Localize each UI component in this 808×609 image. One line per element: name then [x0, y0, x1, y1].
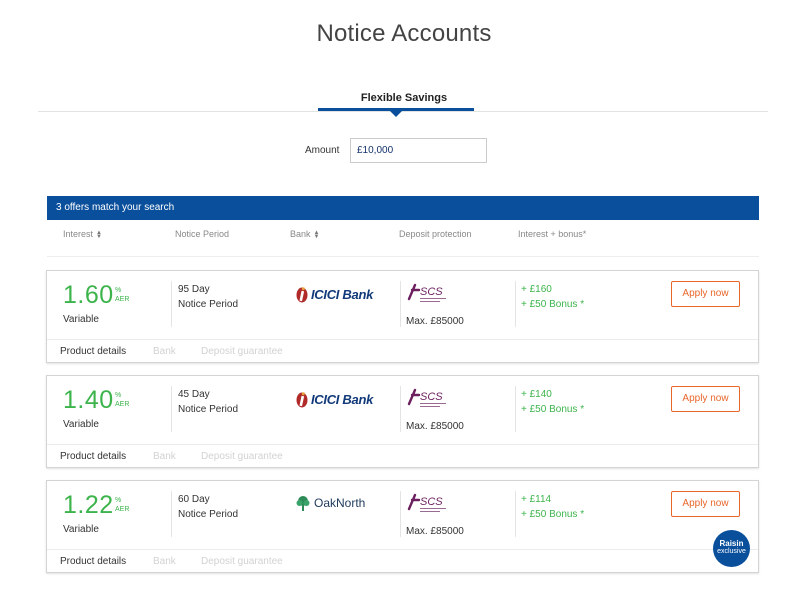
apply-now-button[interactable]: Apply now	[671, 386, 740, 412]
bank-link[interactable]: Bank	[153, 451, 176, 462]
bonus-amount: + £50 Bonus *	[521, 404, 585, 415]
deposit-protection-max: Max. £85000	[406, 421, 464, 432]
results-summary-bar: 3 offers match your search	[47, 196, 759, 220]
raisin-exclusive-badge: Raisin exclusive	[713, 530, 750, 567]
sort-icon: ▲ ▼	[313, 229, 320, 240]
offer-card: 1.60 % AER Variable 95 Day Notice Period …	[46, 270, 759, 363]
page-title: Notice Accounts	[316, 20, 492, 47]
notice-period: 45 Day Notice Period	[178, 389, 239, 415]
column-header-interest[interactable]: Interest ▲ ▼	[63, 229, 102, 240]
interest-bonus: + £114 + £50 Bonus *	[521, 492, 584, 522]
svg-text:SCS: SCS	[420, 496, 443, 508]
interest-bonus: + £160 + £50 Bonus *	[521, 282, 584, 312]
product-details-link[interactable]: Product details	[60, 556, 126, 567]
active-tab-caret-icon	[390, 111, 402, 117]
icici-logo: ICICI Bank	[295, 285, 373, 303]
amount-label: Amount	[305, 145, 340, 156]
fscs-logo: SCS	[407, 493, 446, 512]
rate-type: Variable	[63, 419, 99, 430]
product-details-link[interactable]: Product details	[60, 346, 126, 357]
svg-text:SCS: SCS	[420, 391, 443, 403]
column-header-interest-bonus: Interest + bonus*	[518, 229, 587, 239]
tab-flexible-savings[interactable]: Flexible Savings	[323, 92, 485, 116]
notice-period: 60 Day Notice Period	[178, 494, 239, 520]
deposit-guarantee-link[interactable]: Deposit guarantee	[201, 346, 283, 357]
rate-aer: AER	[115, 401, 130, 408]
apply-now-button[interactable]: Apply now	[671, 491, 740, 517]
fscs-logo: SCS	[407, 283, 446, 302]
amount-input[interactable]	[350, 138, 487, 163]
bonus-amount: + £50 Bonus *	[521, 299, 585, 310]
bank-name: ICICI Bank	[311, 286, 374, 302]
interest-amount: + £160	[521, 284, 552, 295]
column-header-bank[interactable]: Bank ▲ ▼	[290, 229, 320, 240]
oak-tree-icon	[296, 496, 310, 511]
deposit-protection-max: Max. £85000	[406, 316, 464, 327]
bonus-amount: + £50 Bonus *	[521, 509, 585, 520]
deposit-guarantee-link[interactable]: Deposit guarantee	[201, 451, 283, 462]
column-divider	[515, 386, 516, 432]
tab-divider	[38, 111, 768, 112]
rate-aer: AER	[115, 296, 130, 303]
icici-logo: ICICI Bank	[295, 390, 373, 408]
offer-card: 1.40 % AER Variable 45 Day Notice Period …	[46, 375, 759, 468]
rate-unit: %	[115, 497, 122, 504]
bank-name: ICICI Bank	[311, 391, 374, 407]
rate-unit: %	[115, 392, 122, 399]
column-divider	[400, 386, 401, 432]
interest-bonus: + £140 + £50 Bonus *	[521, 387, 584, 417]
column-divider	[171, 281, 172, 327]
sort-icon: ▲ ▼	[96, 229, 102, 240]
bank-name: OakNorth	[314, 496, 366, 510]
interest-amount: + £114	[521, 494, 552, 505]
oaknorth-logo: OakNorth	[295, 495, 365, 511]
icici-mark-icon	[296, 392, 308, 408]
interest-rate: 1.40 % AER	[63, 386, 130, 414]
deposit-guarantee-link[interactable]: Deposit guarantee	[201, 556, 283, 567]
column-divider	[515, 491, 516, 537]
column-divider	[400, 281, 401, 327]
interest-rate: 1.60 % AER	[63, 281, 130, 309]
svg-text:SCS: SCS	[420, 286, 443, 298]
offer-card: 1.22 % AER Variable 60 Day Notice Period …	[46, 480, 759, 573]
column-divider	[400, 491, 401, 537]
amount-filter: Amount	[305, 138, 487, 163]
column-divider	[515, 281, 516, 327]
deposit-protection-max: Max. £85000	[406, 526, 464, 537]
column-headers: Interest ▲ ▼ Notice Period Bank ▲ ▼ Deposit …	[47, 229, 759, 257]
rate-aer: AER	[115, 506, 130, 513]
notice-period: 95 Day Notice Period	[178, 284, 239, 310]
apply-now-button[interactable]: Apply now	[671, 281, 740, 307]
column-divider	[171, 386, 172, 432]
bank-link[interactable]: Bank	[153, 346, 176, 357]
icici-mark-icon	[296, 287, 308, 303]
column-header-deposit-protection: Deposit protection	[399, 229, 472, 239]
rate-type: Variable	[63, 314, 99, 325]
product-details-link[interactable]: Product details	[60, 451, 126, 462]
column-divider	[171, 491, 172, 537]
interest-amount: + £140	[521, 389, 552, 400]
interest-rate: 1.22 % AER	[63, 491, 130, 519]
column-header-notice-period: Notice Period	[175, 229, 230, 239]
rate-unit: %	[115, 287, 122, 294]
fscs-logo: SCS	[407, 388, 446, 407]
rate-type: Variable	[63, 524, 99, 535]
bank-link[interactable]: Bank	[153, 556, 176, 567]
